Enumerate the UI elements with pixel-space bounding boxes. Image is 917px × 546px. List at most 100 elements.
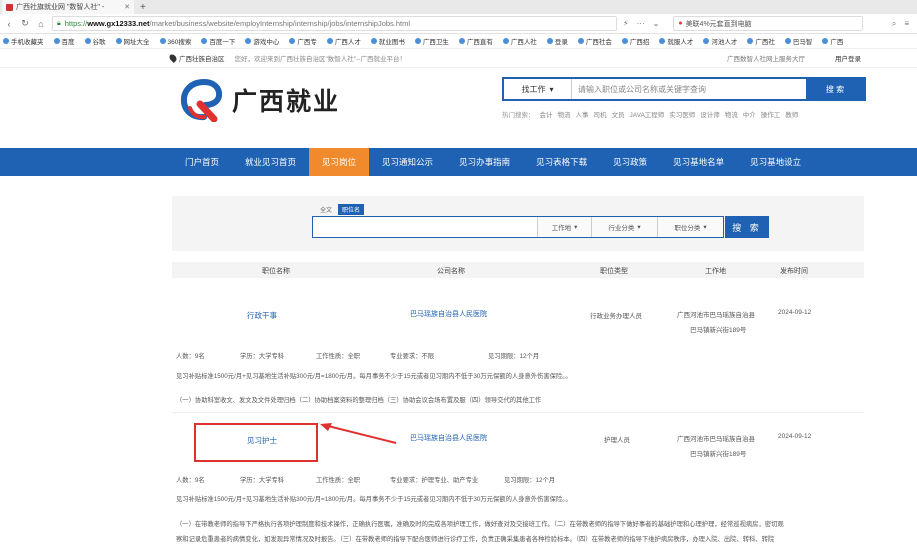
job-title-link[interactable]: 行政干事 bbox=[247, 310, 277, 321]
user-login-link[interactable]: 用户登录 bbox=[835, 53, 861, 63]
hot-search-item[interactable]: 人事 bbox=[576, 109, 589, 119]
bookmark-item[interactable]: 谷歌 bbox=[84, 36, 106, 46]
hot-search-item[interactable]: 教师 bbox=[785, 109, 798, 119]
meta-duration: 见习期限：12个月 bbox=[504, 477, 556, 484]
position-category-label: 职位分类 bbox=[674, 225, 701, 232]
filter-keyword-input[interactable] bbox=[313, 217, 537, 237]
bookmark-item[interactable]: 百度 bbox=[53, 36, 75, 46]
hot-search-item[interactable]: JAVA工程师 bbox=[630, 109, 665, 119]
bookmark-label: 广西直有 bbox=[466, 39, 493, 46]
nav-item[interactable]: 见习表格下载 bbox=[523, 148, 600, 176]
bookmark-favicon-icon bbox=[84, 38, 91, 44]
site-header: 广西就业 找工作 ▾ 搜 索 热门搜索： 会计物流人事司机文员JAVA工程师实习… bbox=[0, 68, 917, 148]
hot-search-item[interactable]: 物流 bbox=[558, 109, 571, 119]
bookmark-item[interactable]: 就服人才 bbox=[659, 36, 693, 46]
bookmark-favicon-icon bbox=[245, 38, 252, 44]
lock-icon: 🔒︎ bbox=[57, 19, 61, 27]
lightning-icon[interactable]: ⚡ bbox=[623, 19, 629, 28]
filter-tab[interactable]: 职位名 bbox=[338, 204, 365, 215]
service-hall-link[interactable]: 广西数智人社网上服务大厅 bbox=[727, 53, 805, 63]
bookmark-item[interactable]: 巴马智 bbox=[784, 36, 812, 46]
browser-tab[interactable]: 广西社旗就业网 "数智人社" - ✕ bbox=[2, 0, 134, 14]
bookmark-item[interactable]: 网址大全 bbox=[115, 36, 150, 46]
nav-item[interactable]: 见习岗位 bbox=[309, 148, 370, 176]
back-icon[interactable]: ‹ bbox=[4, 19, 14, 29]
bookmark-item[interactable]: 广西专 bbox=[289, 36, 317, 46]
close-tab-icon[interactable]: ✕ bbox=[124, 3, 130, 11]
menu-icon[interactable]: ≡ bbox=[904, 19, 909, 29]
bookmark-item[interactable]: 河池人才 bbox=[703, 36, 737, 46]
home-icon[interactable]: ⌂ bbox=[36, 19, 46, 29]
chevron-down-icon: ▾ bbox=[637, 224, 641, 231]
bookmark-item[interactable]: 广西人社 bbox=[502, 36, 537, 46]
logo-mark-icon bbox=[180, 79, 223, 122]
position-type: 护理人员 bbox=[604, 437, 630, 444]
bookmark-item[interactable]: 广西招 bbox=[621, 36, 649, 46]
position-type: 行政业务办理人员 bbox=[590, 313, 642, 320]
main-search-input[interactable] bbox=[572, 79, 806, 99]
refresh-icon[interactable]: ↻ bbox=[20, 18, 30, 29]
company-link[interactable]: 巴马瑶族自治县人民医院 bbox=[410, 309, 487, 319]
hot-search-item[interactable]: 司机 bbox=[594, 109, 607, 119]
bookmark-favicon-icon bbox=[577, 38, 584, 44]
bookmark-favicon-icon bbox=[414, 38, 421, 44]
hot-search-item[interactable]: 操作工 bbox=[761, 109, 781, 119]
hot-search-item[interactable]: 设计师 bbox=[700, 109, 720, 119]
bookmark-item[interactable]: 手机收藏夹 bbox=[3, 36, 44, 46]
hot-search-item[interactable]: 文员 bbox=[612, 109, 625, 119]
site-logo[interactable]: 广西就业 bbox=[180, 78, 340, 122]
search-icon[interactable]: ⌕ bbox=[892, 19, 896, 29]
nav-item[interactable]: 见习基地设立 bbox=[737, 148, 814, 176]
nav-item[interactable]: 见习通知公示 bbox=[369, 148, 446, 176]
bookmark-label: 谷歌 bbox=[92, 39, 106, 46]
new-tab-icon[interactable]: + bbox=[140, 2, 146, 13]
hot-search-item[interactable]: 物流 bbox=[725, 109, 738, 119]
job-title-link[interactable]: 见习护士 bbox=[247, 435, 277, 446]
bookmark-item[interactable]: 广西人才 bbox=[326, 36, 361, 46]
side-search-field[interactable]: ● 美联4%元套直到电脑 bbox=[673, 16, 864, 31]
hot-search-item[interactable]: 中介 bbox=[743, 109, 756, 119]
location-selector[interactable]: 广西壮族自治区 bbox=[168, 53, 225, 63]
bookmark-item[interactable]: 广西社会 bbox=[577, 36, 612, 46]
url-field[interactable]: 🔒︎ https://www.gx12333.net/market/busine… bbox=[52, 16, 617, 31]
main-search-button[interactable]: 搜 索 bbox=[806, 79, 864, 99]
dropdown-icon[interactable]: ⌄ bbox=[653, 19, 660, 28]
nav-item[interactable]: 见习政策 bbox=[600, 148, 660, 176]
bookmark-favicon-icon bbox=[3, 38, 9, 44]
main-nav: 门户首页 就业见习首页 见习岗位 见习通知公示 见习办事指南 见习表格下载 见习政策 见习基地… bbox=[0, 148, 917, 176]
position-category-select[interactable]: 职位分类 ▾ bbox=[657, 217, 723, 237]
meta-duration: 见习期限：12个月 bbox=[488, 353, 540, 360]
bookmark-item[interactable]: 就业图书 bbox=[370, 36, 405, 46]
hot-search-list: 热门搜索： 会计 物流 人事 司机 文员 JAVA工程师 实习医师 设计师 物流 中介 操作工 教师 bbox=[502, 109, 798, 119]
nav-item[interactable]: 门户首页 bbox=[172, 148, 232, 176]
nav-item[interactable]: 就业见习首页 bbox=[232, 148, 309, 176]
bookmark-item[interactable]: 广西直有 bbox=[458, 36, 493, 46]
nav-item[interactable]: 见习办事指南 bbox=[446, 148, 523, 176]
hot-search-item[interactable]: 会计 bbox=[540, 109, 553, 119]
bookmark-item[interactable]: 游戏中心 bbox=[245, 36, 279, 46]
bookmark-label: 网址大全 bbox=[123, 39, 150, 46]
table-row: 行政干事 巴马瑶族自治县人民医院 行政业务办理人员 广西河池市巴马瑶族自治县 巴… bbox=[172, 278, 864, 413]
bookmark-item[interactable]: 广西社 bbox=[747, 36, 775, 46]
bookmark-item[interactable]: 360搜索 bbox=[159, 36, 191, 46]
company-link[interactable]: 巴马瑶族自治县人民医院 bbox=[410, 433, 487, 443]
bookmark-item[interactable]: 百度一下 bbox=[201, 36, 235, 46]
hot-search-item[interactable]: 实习医师 bbox=[669, 109, 695, 119]
bookmark-favicon-icon bbox=[703, 38, 710, 44]
bookmark-item[interactable]: 登录 bbox=[546, 36, 568, 46]
nav-item[interactable]: 见习基地名单 bbox=[660, 148, 737, 176]
bookmark-favicon-icon bbox=[159, 38, 166, 44]
industry-label: 行业分类 bbox=[608, 225, 635, 232]
more-icon[interactable]: ··· bbox=[637, 19, 645, 28]
bookmark-item[interactable]: 广西 bbox=[822, 36, 843, 46]
salary-text: 见习补贴标准1500元/月+见习基地生活补贴300元/月=1800元/月。每月事… bbox=[176, 496, 572, 503]
job-description-line2: 察和记录危重患者的病情变化，如发现异常情况及时报告。（三）在带教老师的指导下配合… bbox=[176, 536, 775, 543]
filter-tab[interactable]: 全文 bbox=[316, 204, 336, 215]
work-location-select[interactable]: 工作地 ▾ bbox=[537, 217, 591, 237]
industry-select[interactable]: 行业分类 ▾ bbox=[591, 217, 657, 237]
bookmark-label: 广西人才 bbox=[334, 39, 361, 46]
search-type-select[interactable]: 找工作 ▾ bbox=[504, 79, 572, 99]
bookmark-item[interactable]: 广西卫生 bbox=[414, 36, 449, 46]
url-domain: www.gx12333.net bbox=[87, 19, 150, 28]
filter-search-button[interactable]: 搜 索 bbox=[725, 216, 769, 238]
